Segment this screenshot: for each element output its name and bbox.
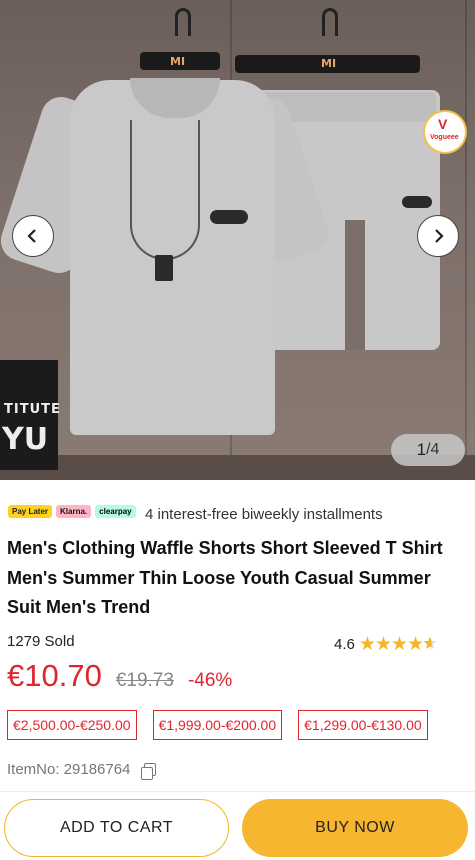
coupon[interactable]: €2,500.00-€250.00 — [7, 710, 137, 740]
clearpay-badge: clearpay — [95, 505, 136, 518]
hanger-logo: MI — [321, 57, 337, 70]
gallery-prev-button[interactable] — [12, 215, 54, 257]
hanger-logo: MI — [170, 55, 186, 68]
item-number-text: ItemNo: 29186764 — [7, 761, 131, 778]
coupon-list: €2,500.00-€250.00 €1,999.00-€200.00 €1,2… — [7, 710, 428, 740]
gallery-current: 1 — [416, 440, 427, 459]
shorts-leg-gap — [345, 220, 365, 350]
payment-providers: Pay Later Klarna. clearpay — [8, 505, 136, 518]
tshirt-patch — [210, 210, 248, 224]
wall-panel-line — [465, 0, 467, 480]
original-price: €19.73 — [115, 670, 174, 691]
klarna-badge: Klarna. — [56, 505, 92, 518]
wall-sign-text: YU — [2, 422, 49, 457]
rating[interactable]: 4.6 ★★★★ — [334, 633, 437, 656]
chevron-right-icon — [435, 229, 444, 243]
buy-now-button[interactable]: BUY NOW — [242, 799, 468, 857]
pendant — [155, 255, 173, 281]
gallery-next-button[interactable] — [417, 215, 459, 257]
wall-sign-text: TITUTE — [4, 402, 61, 417]
product-title: Men's Clothing Waffle Shorts Short Sleev… — [7, 538, 443, 617]
copy-icon[interactable] — [141, 763, 157, 780]
sold-count: 1279 Sold — [7, 633, 75, 650]
chevron-left-icon — [27, 229, 36, 243]
paylater-badge: Pay Later — [8, 505, 53, 518]
hanger-hook — [322, 8, 338, 36]
discount-badge: -46% — [187, 670, 233, 691]
star-icons: ★★★★ — [359, 633, 437, 656]
brand-badge-text: Vogueee — [430, 134, 459, 141]
installments-text[interactable]: 4 interest-free biweekly installments — [145, 506, 383, 523]
item-number: ItemNo: 29186764 — [7, 761, 157, 780]
necklace — [130, 120, 200, 260]
gallery-counter: 1/4 — [391, 434, 465, 466]
brand-badge-mark: V — [438, 116, 448, 132]
gallery-total: /4 — [426, 441, 440, 458]
rating-value: 4.6 — [334, 636, 355, 653]
half-star-icon — [423, 636, 437, 649]
product-image: TITUTE YU MI MI V Vogueee — [0, 0, 475, 480]
price-row: €10.70 €19.73 -46% — [7, 658, 232, 694]
coupon[interactable]: €1,999.00-€200.00 — [152, 710, 283, 740]
rating-stars: ★★★★ — [358, 634, 424, 655]
coupon[interactable]: €1,299.00-€130.00 — [298, 710, 428, 740]
add-to-cart-button[interactable]: ADD TO CART — [4, 799, 229, 857]
shorts-patch — [402, 196, 432, 208]
hanger-hook — [175, 8, 191, 36]
divider — [0, 791, 475, 792]
current-price: €10.70 — [7, 658, 102, 693]
